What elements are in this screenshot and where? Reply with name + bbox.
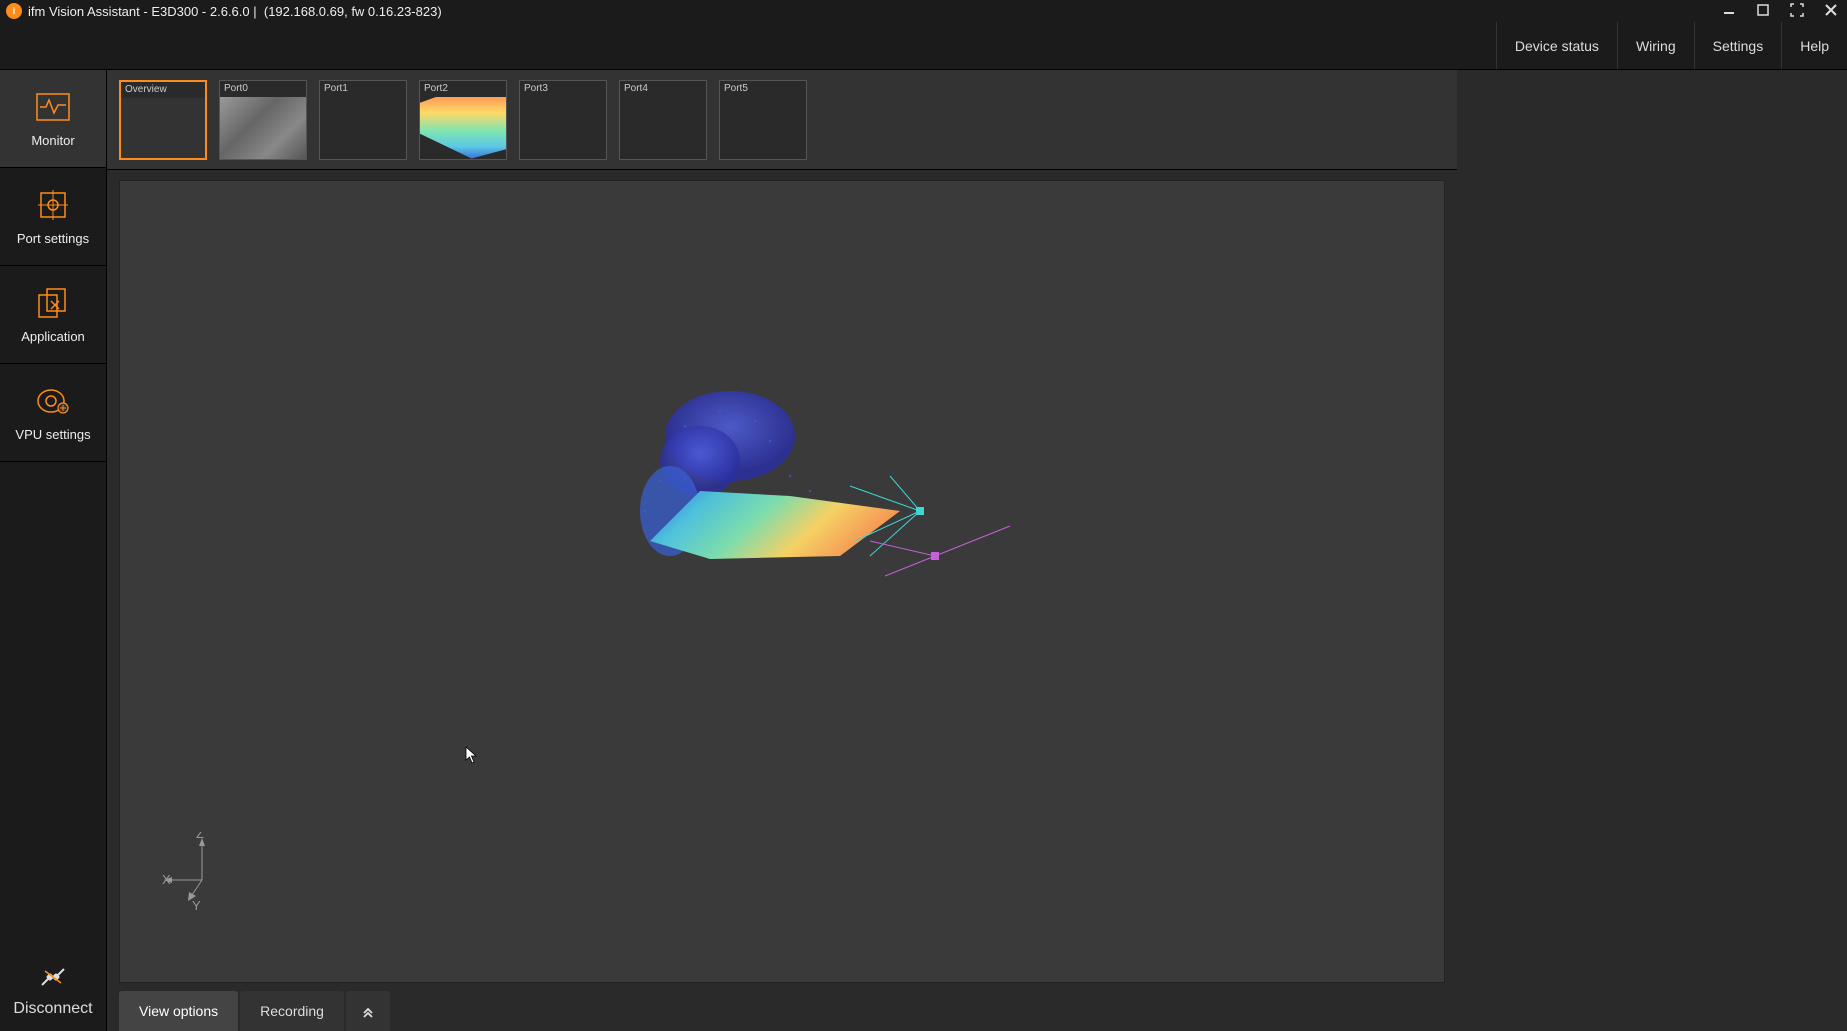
vpu-settings-icon [35,383,71,419]
tab-collapse-toggle[interactable] [346,991,390,1031]
thumb-port1[interactable]: Port1 [319,80,407,160]
nav-help[interactable]: Help [1781,22,1847,69]
sidebar-vpu-settings-label: VPU settings [15,427,90,442]
sidebar-disconnect[interactable]: Disconnect [0,951,106,1031]
content-area: Overview Port0 Port1 Port2 Port3 Port4 P… [107,70,1457,1031]
sidebar-monitor-label: Monitor [31,133,74,148]
3d-viewport[interactable]: Z X Y [119,180,1445,983]
monitor-icon [35,89,71,125]
thumb-port2[interactable]: Port2 [419,80,507,160]
point-cloud [590,381,1040,641]
nav-wiring[interactable]: Wiring [1617,22,1694,69]
port-settings-icon [35,187,71,223]
thumb-port4[interactable]: Port4 [619,80,707,160]
nav-device-status[interactable]: Device status [1496,22,1617,69]
port-thumbnails: Overview Port0 Port1 Port2 Port3 Port4 P… [107,70,1457,170]
thumb-port3[interactable]: Port3 [519,80,607,160]
sidebar-monitor[interactable]: Monitor [0,70,106,168]
sidebar-port-settings-label: Port settings [17,231,89,246]
top-nav: Device status Wiring Settings Help [0,22,1847,70]
title-bar: i ifm Vision Assistant - E3D300 - 2.6.6.… [0,0,1847,22]
sidebar-application[interactable]: Application [0,266,106,364]
sidebar-port-settings[interactable]: Port settings [0,168,106,266]
window-title: ifm Vision Assistant - E3D300 - 2.6.6.0 … [28,4,1719,19]
app-logo-icon: i [6,3,22,19]
tab-recording[interactable]: Recording [240,991,344,1031]
svg-text:Z: Z [196,832,204,841]
minimize-button[interactable] [1719,3,1739,20]
thumb-overview[interactable]: Overview [119,80,207,160]
svg-text:Y: Y [192,898,201,912]
mouse-cursor-icon [465,746,479,764]
disconnect-icon [39,965,67,994]
nav-settings[interactable]: Settings [1694,22,1782,69]
maximize-button[interactable] [1753,3,1773,20]
bottom-tabs: View options Recording [107,983,1457,1031]
chevron-double-up-icon [361,1004,375,1018]
thumb-port0[interactable]: Port0 [219,80,307,160]
tab-view-options[interactable]: View options [119,991,238,1031]
application-icon [35,285,71,321]
sidebar-application-label: Application [21,329,85,344]
thumb-port5[interactable]: Port5 [719,80,807,160]
right-panel [1457,70,1847,1031]
sidebar-vpu-settings[interactable]: VPU settings [0,364,106,462]
sidebar: Monitor Port settings Application VPU se… [0,70,107,1031]
fullscreen-button[interactable] [1787,3,1807,20]
sidebar-disconnect-label: Disconnect [13,1000,92,1018]
svg-text:X: X [162,872,171,887]
close-button[interactable] [1821,3,1841,20]
axis-indicator: Z X Y [160,832,230,912]
